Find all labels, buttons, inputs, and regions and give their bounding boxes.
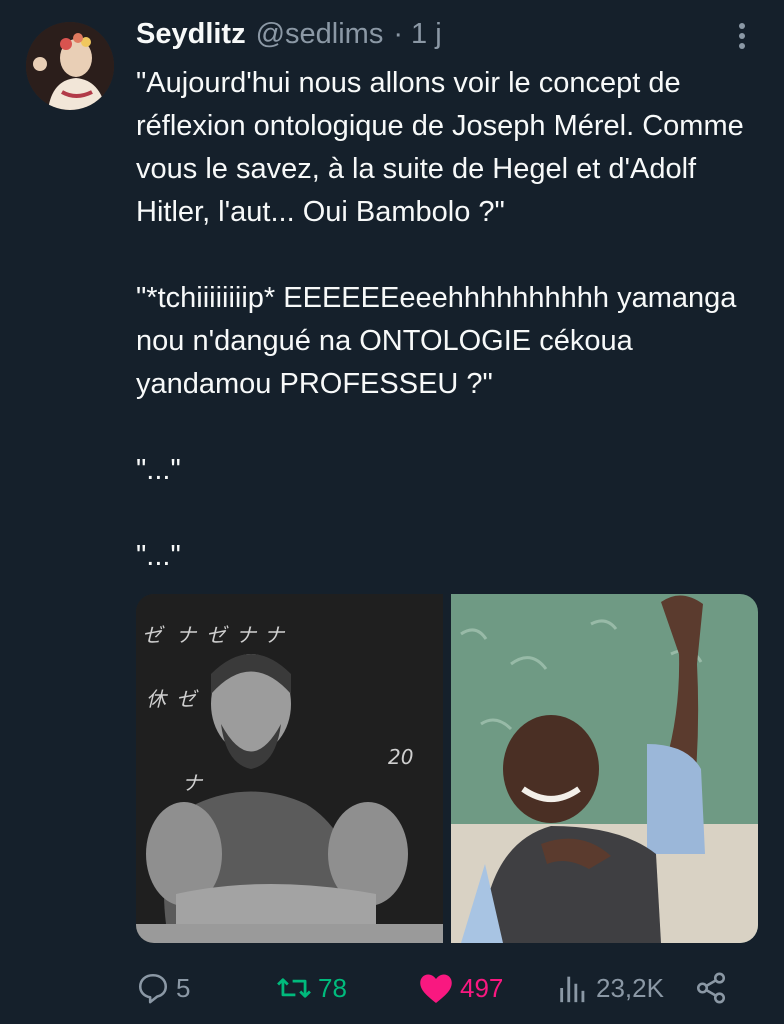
reply-button[interactable]: 5 <box>136 966 190 1010</box>
chalk-mark: ゼ <box>142 623 165 647</box>
retweet-icon <box>277 978 311 998</box>
retweet-button[interactable]: 78 <box>276 966 347 1010</box>
chalk-mark: ナ <box>236 623 258 647</box>
heart-icon <box>420 974 452 1003</box>
reply-count: 5 <box>176 972 191 1003</box>
action-bar: 5 78 497 23,2K <box>136 966 756 1010</box>
chalk-mark: ゼ <box>206 623 229 647</box>
retweet-count: 78 <box>318 972 347 1003</box>
views-count: 23,2K <box>596 972 664 1003</box>
tweet-paragraph: "..." <box>136 454 181 486</box>
tweet-time[interactable]: · 1 j <box>393 18 441 51</box>
chalk-mark: ナ <box>264 623 286 647</box>
chalk-mark: 休 <box>146 687 168 711</box>
author-name[interactable]: Seydlitz <box>136 18 246 51</box>
share-icon <box>696 972 726 1004</box>
reply-icon <box>138 973 168 1004</box>
tweet-paragraph: "..." <box>136 540 181 572</box>
like-count: 497 <box>460 972 504 1003</box>
author-handle[interactable]: @sedlims <box>256 18 384 51</box>
views-button[interactable]: 23,2K <box>556 966 664 1010</box>
views-chart-icon <box>560 976 585 1003</box>
tweet-paragraph: "*tchiiiiiiiip* EEEEEEeeehhhhhhhhhh yama… <box>136 282 745 400</box>
tweet-header: Seydlitz @sedlims · 1 j <box>136 18 724 58</box>
like-button[interactable]: 497 <box>418 966 503 1010</box>
avatar[interactable] <box>26 22 114 110</box>
student-photo[interactable] <box>451 594 758 943</box>
media-grid: ゼ ナ ゼ ナ ナ 休 ゼ 20 ナ <box>136 594 758 943</box>
teacher-photo[interactable]: ゼ ナ ゼ ナ ナ 休 ゼ 20 ナ <box>136 594 443 943</box>
chalk-mark: ゼ <box>176 687 199 711</box>
chalk-mark: 20 <box>388 745 413 769</box>
tweet-paragraph: "Aujourd'hui nous allons voir le concept… <box>136 67 752 228</box>
chalk-mark: ナ <box>176 623 198 647</box>
chalk-mark: ナ <box>182 771 204 795</box>
tweet[interactable]: Seydlitz @sedlims · 1 j "Aujourd'hui nou… <box>0 0 784 1024</box>
more-vertical-icon[interactable] <box>732 20 752 52</box>
share-button[interactable] <box>694 966 728 1010</box>
tweet-text: "Aujourd'hui nous allons voir le concept… <box>136 62 766 621</box>
